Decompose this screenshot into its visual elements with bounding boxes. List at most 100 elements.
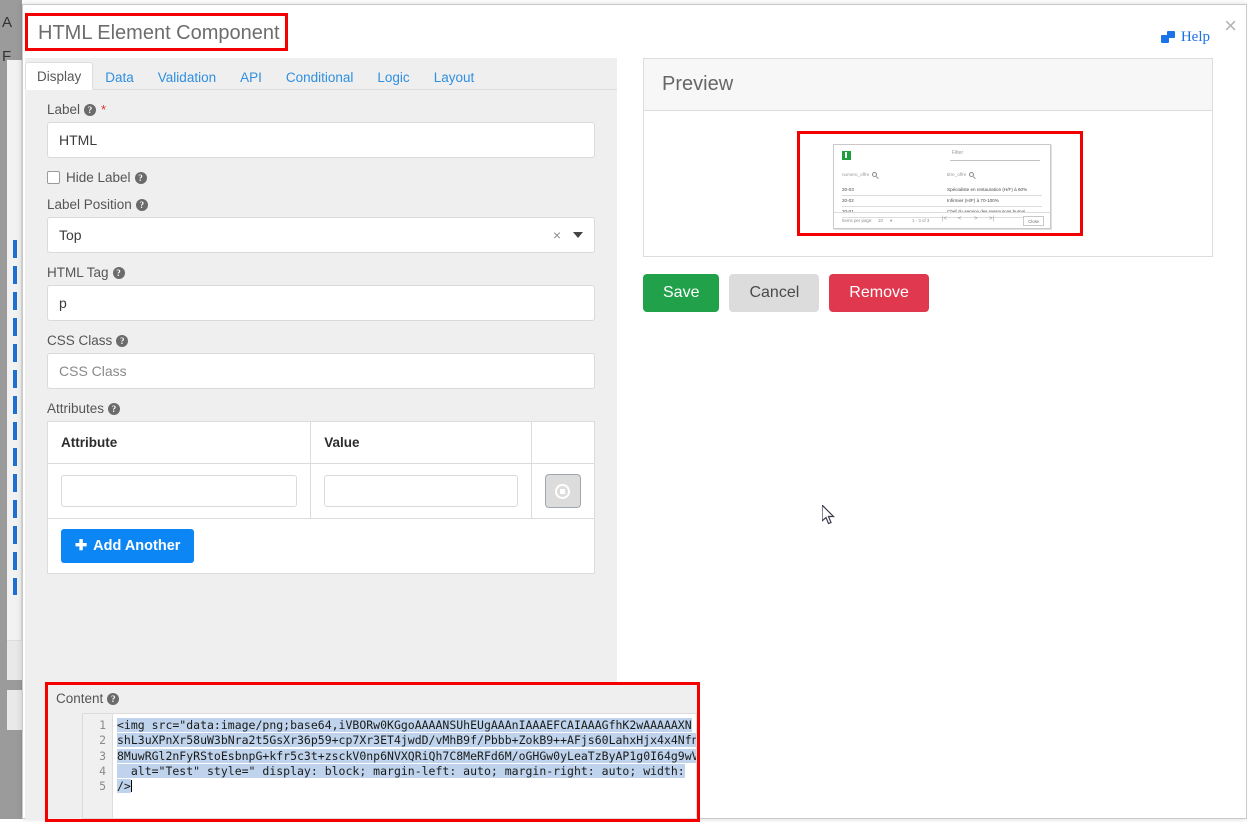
code-line: alt="Test" style=" display: block; margi… (117, 764, 697, 779)
thumb-pager-prev: < (958, 216, 962, 222)
mouse-cursor (822, 505, 836, 526)
close-icon[interactable]: × (1224, 15, 1237, 37)
tab-conditional[interactable]: Conditional (274, 63, 366, 91)
cell-actions (531, 464, 594, 519)
attributes-text: Attributes (47, 401, 104, 416)
attributes-table: Attribute Value (47, 421, 595, 574)
thumb-filter-label: Filter (952, 150, 963, 156)
field-html-tag: HTML Tag ? (25, 265, 617, 321)
thumb-pager-last: >| (989, 216, 994, 222)
background-text-a: A (2, 14, 12, 31)
content-code-editor[interactable]: 1 2 3 4 5 <img src="data:image/png;base6… (82, 713, 697, 819)
preview-image-thumbnail: Filter numero_offre titre_offre (833, 144, 1051, 229)
component-settings-modal: Help × HTML Element Component Display Da… (22, 4, 1247, 819)
field-attributes: Attributes ? Attribute Value (25, 401, 617, 574)
background-drag-indicator (13, 240, 17, 595)
attribute-value-input[interactable] (324, 475, 518, 507)
code-line-text: alt="Test" style=" display: block; margi… (117, 764, 685, 778)
code-line: 8MuwRGl2nFyRStoEsbnpG+kfr5c3t+zsckV0np6N… (117, 749, 697, 764)
thumb-filter-underline (950, 160, 1040, 161)
add-another-button[interactable]: ✚ Add Another (61, 529, 194, 563)
tab-data[interactable]: Data (93, 63, 146, 91)
content-caption: Content ? (56, 691, 119, 706)
css-class-input[interactable] (47, 353, 595, 389)
editor-code-area[interactable]: <img src="data:image/png;base64,iVBORw0K… (113, 714, 697, 818)
html-tag-text: HTML Tag (47, 265, 109, 280)
chevron-down-icon[interactable] (573, 232, 583, 238)
help-tooltip-icon[interactable]: ? (108, 403, 120, 415)
thumb-column-header-titre: titre_offre (947, 172, 974, 177)
column-header-attribute: Attribute (48, 422, 311, 464)
thumb-col-numero-text: numero_offre (842, 172, 869, 177)
cell-attribute (48, 464, 311, 519)
html-tag-input[interactable] (47, 285, 595, 321)
hide-label-row: Hide Label ? (47, 170, 595, 185)
remove-attribute-button[interactable] (545, 474, 581, 508)
preview-body: Filter numero_offre titre_offre (644, 111, 1212, 256)
tab-logic[interactable]: Logic (365, 63, 421, 91)
thumb-cell-numero: 20-02 (842, 198, 854, 203)
css-class-caption: CSS Class ? (47, 333, 595, 348)
tab-layout[interactable]: Layout (422, 63, 487, 91)
add-row-cell: ✚ Add Another (48, 519, 595, 574)
tab-validation[interactable]: Validation (146, 63, 228, 91)
code-line: /> (117, 779, 697, 794)
background-panel-segment-2 (7, 690, 22, 730)
attribute-name-input[interactable] (61, 475, 297, 507)
hide-label-checkbox[interactable] (47, 171, 60, 184)
save-button[interactable]: Save (643, 274, 719, 312)
text-caret (131, 780, 132, 792)
help-tooltip-icon[interactable]: ? (107, 693, 119, 705)
preview-title: Preview (662, 73, 733, 96)
label-position-caption: Label Position ? (47, 197, 595, 212)
plus-icon: ✚ (75, 538, 87, 554)
table-header-row: Attribute Value (48, 422, 595, 464)
excel-export-icon (842, 151, 851, 160)
content-annotation-box: Content ? 1 2 3 4 5 <img src="data:image… (45, 682, 700, 822)
code-line-text: /> (117, 779, 131, 793)
tab-display[interactable]: Display (25, 62, 93, 91)
tab-api[interactable]: API (228, 63, 274, 91)
clear-icon[interactable]: × (553, 227, 561, 243)
help-tooltip-icon[interactable]: ? (84, 104, 96, 116)
thumbnail-annotation-box: Filter numero_offre titre_offre (797, 131, 1083, 236)
thumb-toolbar: Filter (834, 145, 1050, 165)
code-line-text: shL3uXPnXr58uW3bNra2t5GsXr36p59+cp7Xr3ET… (117, 733, 697, 747)
preview-card: Preview Filter numero_offre (643, 58, 1213, 257)
cancel-button[interactable]: Cancel (729, 274, 819, 312)
title-annotation-box: HTML Element Component (25, 13, 288, 51)
help-label: Help (1181, 29, 1210, 46)
attributes-caption: Attributes ? (47, 401, 595, 416)
thumb-items-per-page-value: 10 (878, 218, 883, 223)
thumb-pager-next: > (974, 216, 978, 222)
editor-gutter: 1 2 3 4 5 (83, 714, 113, 818)
thumb-table-row: 20-02 Infirmier (H/F) à 70-100% (842, 196, 1042, 207)
thumb-pager-first: |< (942, 216, 947, 222)
column-header-value: Value (311, 422, 532, 464)
remove-button[interactable]: Remove (829, 274, 929, 312)
help-tooltip-icon[interactable]: ? (113, 267, 125, 279)
css-class-text: CSS Class (47, 333, 112, 348)
content-label-text: Content (56, 691, 103, 706)
window-copy-icon (1161, 31, 1176, 45)
label-input[interactable] (47, 122, 595, 158)
table-row (48, 464, 595, 519)
label-position-value: Top (59, 227, 553, 243)
thumb-paginator: Items per page: 10 ▾ 1 - 3 of 3 |< < > >… (834, 212, 1050, 228)
label-position-select[interactable]: Top × (47, 217, 595, 253)
help-tooltip-icon[interactable]: ? (135, 172, 147, 184)
help-link[interactable]: Help (1161, 29, 1210, 46)
field-css-class: CSS Class ? (25, 333, 617, 389)
label-text: Label (47, 102, 80, 117)
line-number: 5 (83, 779, 112, 794)
code-line-text: 8MuwRGl2nFyRStoEsbnpG+kfr5c3t+zsckV0np6N… (117, 749, 697, 763)
cell-value (311, 464, 532, 519)
help-tooltip-icon[interactable]: ? (116, 335, 128, 347)
line-number: 4 (83, 764, 112, 779)
required-marker: * (101, 102, 106, 117)
editor-scrollbar[interactable] (696, 714, 697, 818)
field-label: Label ? * (25, 102, 617, 158)
attributes-table-body: ✚ Add Another (48, 464, 595, 574)
field-label-position: Label Position ? Top × (25, 197, 617, 253)
help-tooltip-icon[interactable]: ? (136, 199, 148, 211)
